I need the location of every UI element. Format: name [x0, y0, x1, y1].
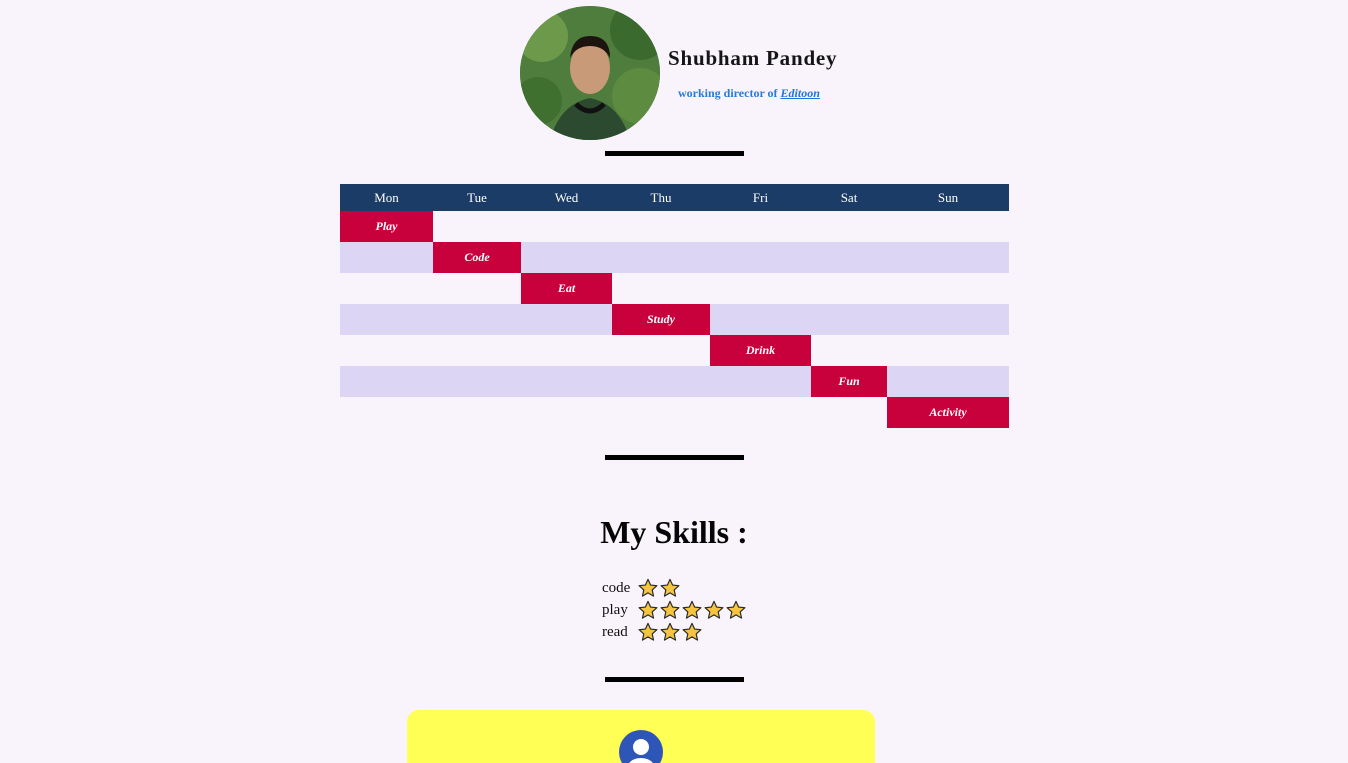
- activity-cell: Fun: [811, 366, 887, 397]
- empty-cell: [612, 335, 710, 366]
- skill-row: read: [602, 621, 747, 643]
- skill-row: code: [602, 577, 747, 599]
- empty-cell: [887, 304, 1009, 335]
- empty-cell: [710, 273, 811, 304]
- empty-cell: [710, 242, 811, 273]
- empty-cell: [433, 366, 521, 397]
- skill-rating: [637, 578, 681, 598]
- empty-cell: [521, 242, 612, 273]
- star-icon: [660, 600, 680, 619]
- subtitle-prefix: working director of: [678, 86, 778, 100]
- empty-cell: [521, 366, 612, 397]
- empty-cell: [433, 335, 521, 366]
- empty-cell: [710, 304, 811, 335]
- empty-cell: [521, 335, 612, 366]
- section-divider: [605, 151, 744, 156]
- empty-cell: [811, 211, 887, 242]
- empty-cell: [340, 304, 433, 335]
- profile-name: Shubham Pandey: [668, 46, 838, 70]
- empty-cell: [521, 304, 612, 335]
- empty-cell: [811, 397, 887, 428]
- empty-cell: [887, 242, 1009, 273]
- day-header: Sat: [811, 184, 887, 211]
- day-header: Fri: [710, 184, 811, 211]
- day-header: Tue: [433, 184, 521, 211]
- schedule-row: Eat: [340, 273, 1009, 304]
- day-header: Thu: [612, 184, 710, 211]
- profile-page: Shubham Pandey working director of Edito…: [0, 0, 1348, 763]
- empty-cell: [612, 366, 710, 397]
- empty-cell: [612, 211, 710, 242]
- star-icon: [638, 600, 658, 619]
- star-icon: [682, 600, 702, 619]
- empty-cell: [433, 397, 521, 428]
- skills-heading: My Skills :: [600, 514, 748, 550]
- star-icon: [638, 578, 658, 597]
- skills-list: code play read: [602, 577, 747, 643]
- empty-cell: [340, 335, 433, 366]
- weekly-schedule-table: Mon Tue Wed Thu Fri Sat Sun Play Code Ea…: [340, 184, 1009, 428]
- empty-cell: [612, 242, 710, 273]
- activity-cell: Eat: [521, 273, 612, 304]
- skill-rating: [637, 600, 747, 620]
- schedule-header-row: Mon Tue Wed Thu Fri Sat Sun: [340, 184, 1009, 211]
- empty-cell: [340, 397, 433, 428]
- empty-cell: [887, 211, 1009, 242]
- skill-label: read: [602, 623, 628, 640]
- user-avatar-icon: [619, 730, 663, 763]
- empty-cell: [340, 273, 433, 304]
- empty-cell: [811, 304, 887, 335]
- activity-cell: Activity: [887, 397, 1009, 428]
- empty-cell: [811, 273, 887, 304]
- empty-cell: [710, 397, 811, 428]
- section-divider: [605, 677, 744, 682]
- schedule-row: Drink: [340, 335, 1009, 366]
- star-icon: [682, 622, 702, 641]
- empty-cell: [433, 211, 521, 242]
- empty-cell: [521, 211, 612, 242]
- profile-photo: [520, 6, 660, 140]
- section-divider: [605, 455, 744, 460]
- activity-cell: Code: [433, 242, 521, 273]
- empty-cell: [521, 397, 612, 428]
- activity-cell: Study: [612, 304, 710, 335]
- skill-rating: [637, 622, 703, 642]
- empty-cell: [887, 335, 1009, 366]
- day-header: Sun: [887, 184, 1009, 211]
- activity-cell: Play: [340, 211, 433, 242]
- skill-label: play: [602, 601, 628, 618]
- empty-cell: [612, 397, 710, 428]
- skill-row: play: [602, 599, 747, 621]
- schedule-row: Play: [340, 211, 1009, 242]
- activity-cell: Drink: [710, 335, 811, 366]
- empty-cell: [887, 366, 1009, 397]
- empty-cell: [433, 273, 521, 304]
- profile-card: [407, 710, 875, 763]
- skill-label: code: [602, 579, 631, 596]
- star-icon: [660, 578, 680, 597]
- star-icon: [726, 600, 746, 619]
- empty-cell: [811, 335, 887, 366]
- empty-cell: [710, 366, 811, 397]
- schedule-row: Fun: [340, 366, 1009, 397]
- empty-cell: [340, 242, 433, 273]
- empty-cell: [433, 304, 521, 335]
- day-header: Wed: [521, 184, 612, 211]
- star-icon: [638, 622, 658, 641]
- day-header: Mon: [340, 184, 433, 211]
- star-icon: [660, 622, 680, 641]
- schedule-row: Study: [340, 304, 1009, 335]
- empty-cell: [710, 211, 811, 242]
- brand-link[interactable]: Editoon: [781, 86, 820, 100]
- profile-subtitle: working director of Editoon: [678, 86, 820, 101]
- schedule-row: Code: [340, 242, 1009, 273]
- empty-cell: [612, 273, 710, 304]
- empty-cell: [887, 273, 1009, 304]
- schedule-row: Activity: [340, 397, 1009, 428]
- empty-cell: [340, 366, 433, 397]
- star-icon: [704, 600, 724, 619]
- empty-cell: [811, 242, 887, 273]
